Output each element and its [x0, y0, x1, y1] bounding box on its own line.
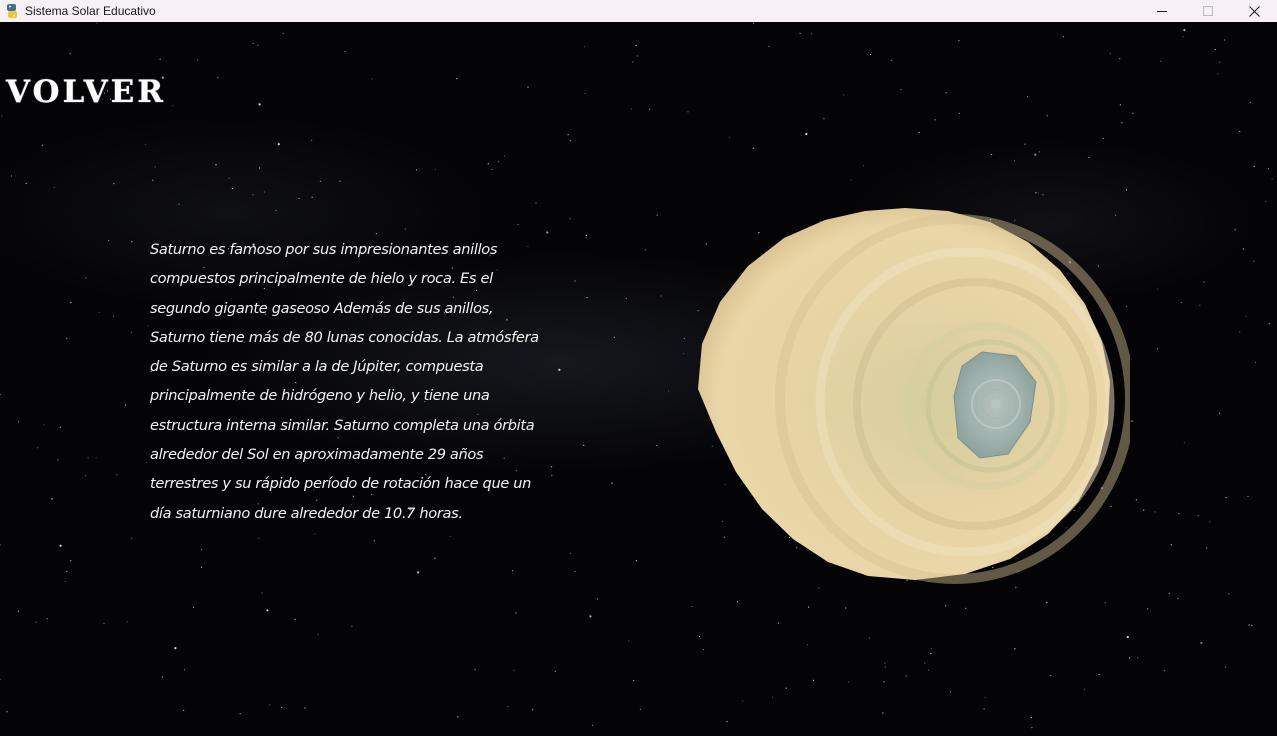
description-line: alrededor del Sol en aproximadamente 29 … — [150, 446, 484, 464]
back-button[interactable]: VOLVER — [6, 74, 166, 110]
planet-description: Saturno es famoso por sus impresionantes… — [150, 235, 550, 528]
description-line: compuestos principalmente de hielo y roc… — [150, 270, 493, 288]
description-line: principalmente de hidrógeno y helio, y t… — [150, 387, 490, 405]
close-button[interactable] — [1231, 0, 1277, 22]
description-line: día saturniano dure alrededor de 10.7 ho… — [150, 504, 463, 522]
minimize-icon — [1157, 6, 1167, 16]
app-window: Sistema Solar Educativo VOLVER Saturno e… — [0, 0, 1277, 736]
description-line: segundo gigante gaseoso Además de sus an… — [150, 299, 494, 317]
description-line: Saturno es famoso por sus impresionantes… — [150, 241, 498, 258]
description-line: de Saturno es similar a la de Júpiter, c… — [150, 358, 484, 376]
space-scene: VOLVER Saturno es famoso por sus impresi… — [0, 22, 1277, 736]
maximize-button[interactable] — [1185, 0, 1231, 22]
close-icon — [1248, 5, 1260, 17]
saturn-planet[interactable] — [690, 184, 1135, 588]
python-icon — [5, 3, 19, 19]
description-line: Saturno tiene más de 80 lunas conocidas.… — [150, 328, 539, 346]
window-controls — [1139, 0, 1277, 22]
maximize-icon — [1203, 6, 1213, 16]
description-line: estructura interna similar. Saturno comp… — [150, 416, 535, 434]
title-bar[interactable]: Sistema Solar Educativo — [0, 0, 1277, 22]
window-title: Sistema Solar Educativo — [25, 4, 156, 18]
description-line: terrestres y su rápido período de rotaci… — [150, 475, 532, 493]
minimize-button[interactable] — [1139, 0, 1185, 22]
